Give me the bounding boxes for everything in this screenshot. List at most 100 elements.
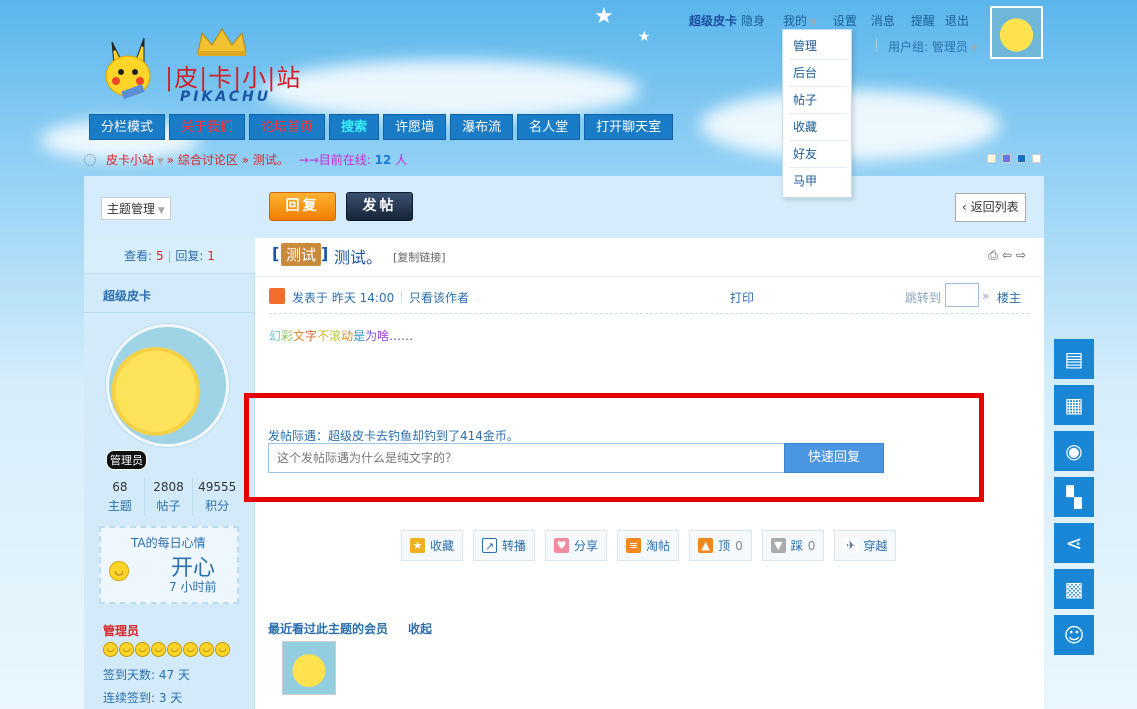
views-count: 5 (156, 249, 164, 263)
back-to-list-button[interactable]: ‹ 返回列表 (955, 193, 1026, 222)
print-icon[interactable]: ⎙ (988, 248, 998, 263)
settings-link[interactable]: 设置 (833, 12, 857, 29)
plane-icon: ✈ (843, 538, 859, 553)
nav-hall-of-fame[interactable]: 名人堂 (517, 114, 581, 140)
site-logo-text[interactable]: |皮|卡|小|站 (165, 58, 301, 93)
invisible-link[interactable]: 隐身 (741, 12, 765, 29)
logout-link[interactable]: 退出 (945, 12, 969, 29)
author-name[interactable]: 超级皮卡 (103, 287, 151, 304)
menu-item-alias[interactable]: 马甲 (789, 168, 847, 194)
user-icon[interactable]: ☺ (1054, 615, 1094, 655)
share-button[interactable]: ♥ 分享 (545, 530, 608, 561)
next-thread-icon[interactable]: ⇨ (1016, 248, 1026, 263)
theme-swatch[interactable] (1032, 154, 1041, 163)
theme-swatch[interactable] (987, 154, 996, 163)
copy-link[interactable]: [复制链接] (393, 249, 446, 265)
quick-reply-input[interactable]: 这个发帖际遇为什么是纯文字的？ (268, 443, 785, 473)
post-actions: ★ 收藏 ↗ 转播 ♥ 分享 ≡ 淘帖 ▲ 顶 0 ▼ 踩 0 ✈ 穿越 (401, 530, 897, 561)
reminders-link[interactable]: 提醒 (911, 12, 935, 29)
favorite-label: 收藏 (430, 539, 455, 553)
prev-thread-icon[interactable]: ⇦ (1002, 248, 1012, 263)
collect-button[interactable]: ≡ 淘帖 (617, 530, 680, 561)
favorite-button[interactable]: ★ 收藏 (401, 530, 464, 561)
theme-switcher (987, 154, 1041, 163)
jump-go-icon[interactable]: » (982, 289, 989, 303)
downvote-button[interactable]: ▼ 踩 0 (761, 530, 825, 561)
jump-input[interactable] (945, 283, 979, 307)
traverse-button[interactable]: ✈ 穿越 (834, 530, 897, 561)
thread-tag[interactable]: 测试 (281, 243, 322, 266)
home-icon[interactable] (84, 154, 96, 166)
post-encounter-text: 发帖际遇：超级皮卡去钓鱼却钓到了414金币。 (268, 429, 519, 443)
share-icon[interactable]: ⋖ (1054, 523, 1094, 563)
chevron-down-icon: ▼ (967, 44, 978, 54)
heart-icon: ♥ (554, 538, 570, 553)
points-stat[interactable]: 49555 积分 (193, 478, 241, 516)
rank-icon: ◡ (119, 642, 134, 657)
thread-nav-icons: ⎙ ⇦ ⇨ (988, 248, 1026, 263)
menu-item-friends[interactable]: 好友 (789, 141, 847, 168)
nav-search[interactable]: 搜索 (329, 114, 380, 140)
post-text: 字 (305, 329, 318, 343)
new-post-button[interactable]: 发帖 (346, 192, 413, 221)
menu-item-favorites[interactable]: 收藏 (789, 114, 847, 141)
mood-time: 7 小时前 (169, 580, 217, 594)
author-only-link[interactable]: 只看该作者 (409, 289, 469, 306)
points-label: 积分 (205, 499, 230, 513)
post-text: 彩 (281, 329, 294, 343)
qrcode-icon[interactable]: ▩ (1054, 569, 1094, 609)
posts-stat[interactable]: 2808 帖子 (145, 478, 194, 516)
star-icon: ★ (410, 538, 425, 553)
nav-about-us[interactable]: 关于我们 (169, 114, 246, 140)
menu-item-admin[interactable]: 后台 (789, 60, 847, 87)
user-group: 管理员 (103, 624, 140, 638)
user-avatar[interactable] (990, 6, 1043, 59)
pikachu-logo-icon[interactable] (92, 36, 164, 106)
quick-reply-button[interactable]: 快速回复 (784, 443, 884, 473)
admin-badge: 管理员 (106, 450, 147, 470)
nav-waterfall[interactable]: 瀑布流 (450, 114, 514, 140)
calendar-icon[interactable]: ▦ (1054, 385, 1094, 425)
points-count: 49555 (198, 480, 237, 494)
post-body: 幻彩文字不滚动是为啥…… (269, 327, 413, 344)
chevron-down-icon: ▼ (807, 18, 817, 28)
views-label: 查看: (124, 249, 153, 263)
reply-button[interactable]: 回复 (269, 192, 336, 221)
viewer-avatar[interactable] (282, 641, 336, 695)
rank-icons: ◡ ◡ ◡ ◡ ◡ ◡ ◡ ◡ (103, 642, 230, 657)
topics-label: 主题 (107, 499, 132, 513)
theme-swatch[interactable] (1017, 154, 1026, 163)
forward-button[interactable]: ↗ 转播 (473, 530, 536, 561)
grid-icon[interactable]: ▚ (1054, 477, 1094, 517)
topics-stat[interactable]: 68 主题 (96, 478, 145, 516)
username-link[interactable]: 超级皮卡 (689, 12, 737, 29)
breadcrumb-forum[interactable]: » 综合讨论区 (167, 153, 238, 167)
collect-label: 淘帖 (646, 539, 671, 553)
divider (84, 312, 255, 313)
downvote-count: 0 (807, 538, 816, 553)
post-icon[interactable]: ▤ (1054, 339, 1094, 379)
print-link[interactable]: 打印 (730, 289, 754, 306)
replies-count: 1 (207, 249, 215, 263)
breadcrumb-thread[interactable]: » 测试。 (242, 153, 289, 167)
collapse-link[interactable]: 收起 (408, 620, 432, 637)
back-label: 返回列表 (970, 200, 1019, 214)
nav-wish-wall[interactable]: 许愿墙 (383, 114, 447, 140)
messages-link[interactable]: 消息 (871, 12, 895, 29)
author-avatar[interactable] (106, 324, 229, 447)
qq-icon[interactable]: ◉ (1054, 431, 1094, 471)
floor-label: 楼主 (997, 291, 1022, 305)
nav-forum-home[interactable]: 论坛首页 (249, 114, 326, 140)
nav-open-chat[interactable]: 打开聊天室 (584, 114, 674, 140)
usergroup-menu[interactable]: 用户组: 管理员 ▼ (888, 38, 978, 55)
chevron-down-icon: ▼ (154, 157, 167, 167)
theme-swatch[interactable] (1002, 154, 1011, 163)
menu-item-posts[interactable]: 帖子 (789, 87, 847, 114)
mine-menu[interactable]: 我的 ▼ (783, 12, 817, 29)
upvote-button[interactable]: ▲ 顶 0 (689, 530, 752, 561)
topic-manage-select[interactable]: 主题管理 ▼ (101, 197, 171, 220)
nav-split-mode[interactable]: 分栏模式 (89, 114, 166, 140)
rank-icon: ◡ (103, 642, 118, 657)
breadcrumb-site[interactable]: 皮卡小站 (106, 153, 154, 167)
menu-item-manage[interactable]: 管理 (789, 33, 847, 60)
